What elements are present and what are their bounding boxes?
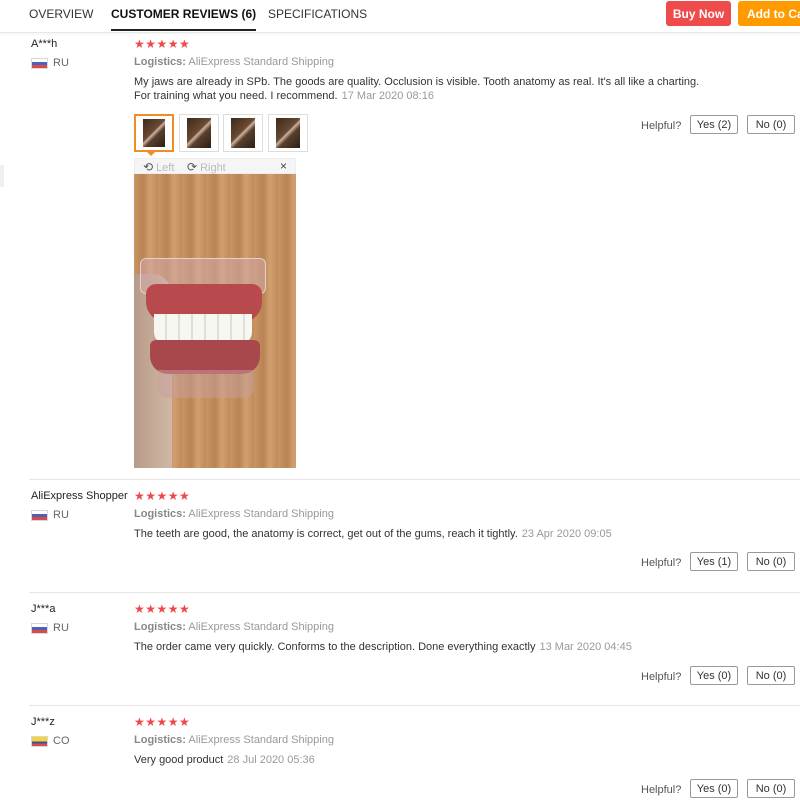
star-rating: ★★★★★ <box>134 715 191 729</box>
helpful-yes-button[interactable]: Yes (2) <box>690 115 738 134</box>
review-date: 17 Mar 2020 08:16 <box>341 90 434 102</box>
close-icon[interactable]: × <box>280 159 287 173</box>
reviewer-name: A***h <box>31 38 58 50</box>
review-date: 28 Jul 2020 05:36 <box>227 754 315 766</box>
review-text-line: The order came very quickly. Conforms to… <box>134 640 632 654</box>
reviewer-name: J***a <box>31 603 56 615</box>
photo-thumbnail-image <box>187 118 211 148</box>
reviewer-country: RU <box>31 509 69 521</box>
reviewer-name: J***z <box>31 716 55 728</box>
rotate-right-button[interactable]: ⟳ Right <box>187 160 226 174</box>
logistics-label: Logistics: <box>134 56 186 68</box>
russia-flag-icon <box>31 57 48 69</box>
rotate-right-label: Right <box>200 162 226 174</box>
country-code: CO <box>53 735 70 747</box>
logistics-info: Logistics: AliExpress Standard Shipping <box>134 734 334 746</box>
logistics-info: Logistics: AliExpress Standard Shipping <box>134 621 334 633</box>
review-photo-thumbnail[interactable] <box>268 114 308 152</box>
shipping-method: AliExpress Standard Shipping <box>188 621 334 633</box>
rotate-left-icon: ⟲ <box>143 160 154 174</box>
review-text-line: My jaws are already in SPb. The goods ar… <box>134 76 700 88</box>
rotate-left-label: Left <box>156 162 175 174</box>
photo-thumbnail-image <box>231 118 255 148</box>
logistics-label: Logistics: <box>134 508 186 520</box>
star-rating: ★★★★★ <box>134 602 191 616</box>
review-photo-thumbnail[interactable] <box>179 114 219 152</box>
star-rating: ★★★★★ <box>134 37 191 51</box>
logistics-info: Logistics: AliExpress Standard Shipping <box>134 508 334 520</box>
side-edge-marker <box>0 165 4 187</box>
reviewer-country: CO <box>31 735 70 747</box>
helpful-label: Helpful? <box>641 784 682 796</box>
shipping-method: AliExpress Standard Shipping <box>188 734 334 746</box>
add-to-cart-button[interactable]: Add to Cart <box>738 1 800 26</box>
country-code: RU <box>53 622 69 634</box>
tab-specifications[interactable]: SPECIFICATIONS <box>268 7 367 21</box>
review-text: For training what you need. I recommend. <box>134 90 338 102</box>
helpful-yes-button[interactable]: Yes (0) <box>690 666 738 685</box>
photo-thumbnail-image <box>143 119 165 147</box>
photo-viewer-toolbar: ⟲ Left ⟳ Right × <box>134 158 296 174</box>
country-code: RU <box>53 509 69 521</box>
helpful-no-button[interactable]: No (0) <box>747 779 795 798</box>
review-divider <box>29 479 800 480</box>
russia-flag-icon <box>31 622 48 634</box>
tab-overview[interactable]: OVERVIEW <box>29 7 93 21</box>
product-tab-bar: OVERVIEW CUSTOMER REVIEWS (6) SPECIFICAT… <box>0 0 800 33</box>
country-code: RU <box>53 57 69 69</box>
review-text-line: Very good product 28 Jul 2020 05:36 <box>134 753 315 767</box>
helpful-yes-button[interactable]: Yes (0) <box>690 779 738 798</box>
russia-flag-icon <box>31 509 48 521</box>
helpful-no-button[interactable]: No (0) <box>747 552 795 571</box>
review-text: The order came very quickly. Conforms to… <box>134 641 536 653</box>
review-photo-thumbnail[interactable] <box>134 114 174 152</box>
buy-now-button[interactable]: Buy Now <box>666 1 731 26</box>
helpful-yes-button[interactable]: Yes (1) <box>690 552 738 571</box>
review-divider <box>29 705 800 706</box>
selected-thumbnail-caret <box>146 151 156 156</box>
shipping-method: AliExpress Standard Shipping <box>188 508 334 520</box>
review-photo-large <box>134 174 296 468</box>
review-text-line: The teeth are good, the anatomy is corre… <box>134 527 612 541</box>
rotate-left-button[interactable]: ⟲ Left <box>143 160 174 174</box>
rotate-right-icon: ⟳ <box>187 160 198 174</box>
review-text: The teeth are good, the anatomy is corre… <box>134 528 518 540</box>
reviewer-country: RU <box>31 57 69 69</box>
helpful-label: Helpful? <box>641 557 682 569</box>
reviewer-name: AliExpress Shopper <box>31 490 128 502</box>
shipping-method: AliExpress Standard Shipping <box>188 56 334 68</box>
review-text-line: For training what you need. I recommend.… <box>134 89 434 103</box>
logistics-label: Logistics: <box>134 621 186 633</box>
helpful-no-button[interactable]: No (0) <box>747 115 795 134</box>
review-date: 23 Apr 2020 09:05 <box>521 528 612 540</box>
star-rating: ★★★★★ <box>134 489 191 503</box>
logistics-info: Logistics: AliExpress Standard Shipping <box>134 56 334 68</box>
logistics-label: Logistics: <box>134 734 186 746</box>
photo-thumbnail-image <box>276 118 300 148</box>
review-photo-thumbnail[interactable] <box>223 114 263 152</box>
helpful-no-button[interactable]: No (0) <box>747 666 795 685</box>
reviewer-country: RU <box>31 622 69 634</box>
helpful-label: Helpful? <box>641 120 682 132</box>
review-date: 13 Mar 2020 04:45 <box>539 641 632 653</box>
review-divider <box>29 592 800 593</box>
review-text: Very good product <box>134 754 224 766</box>
tab-customer-reviews[interactable]: CUSTOMER REVIEWS (6) <box>111 7 257 31</box>
colombia-flag-icon <box>31 735 48 747</box>
helpful-label: Helpful? <box>641 671 682 683</box>
